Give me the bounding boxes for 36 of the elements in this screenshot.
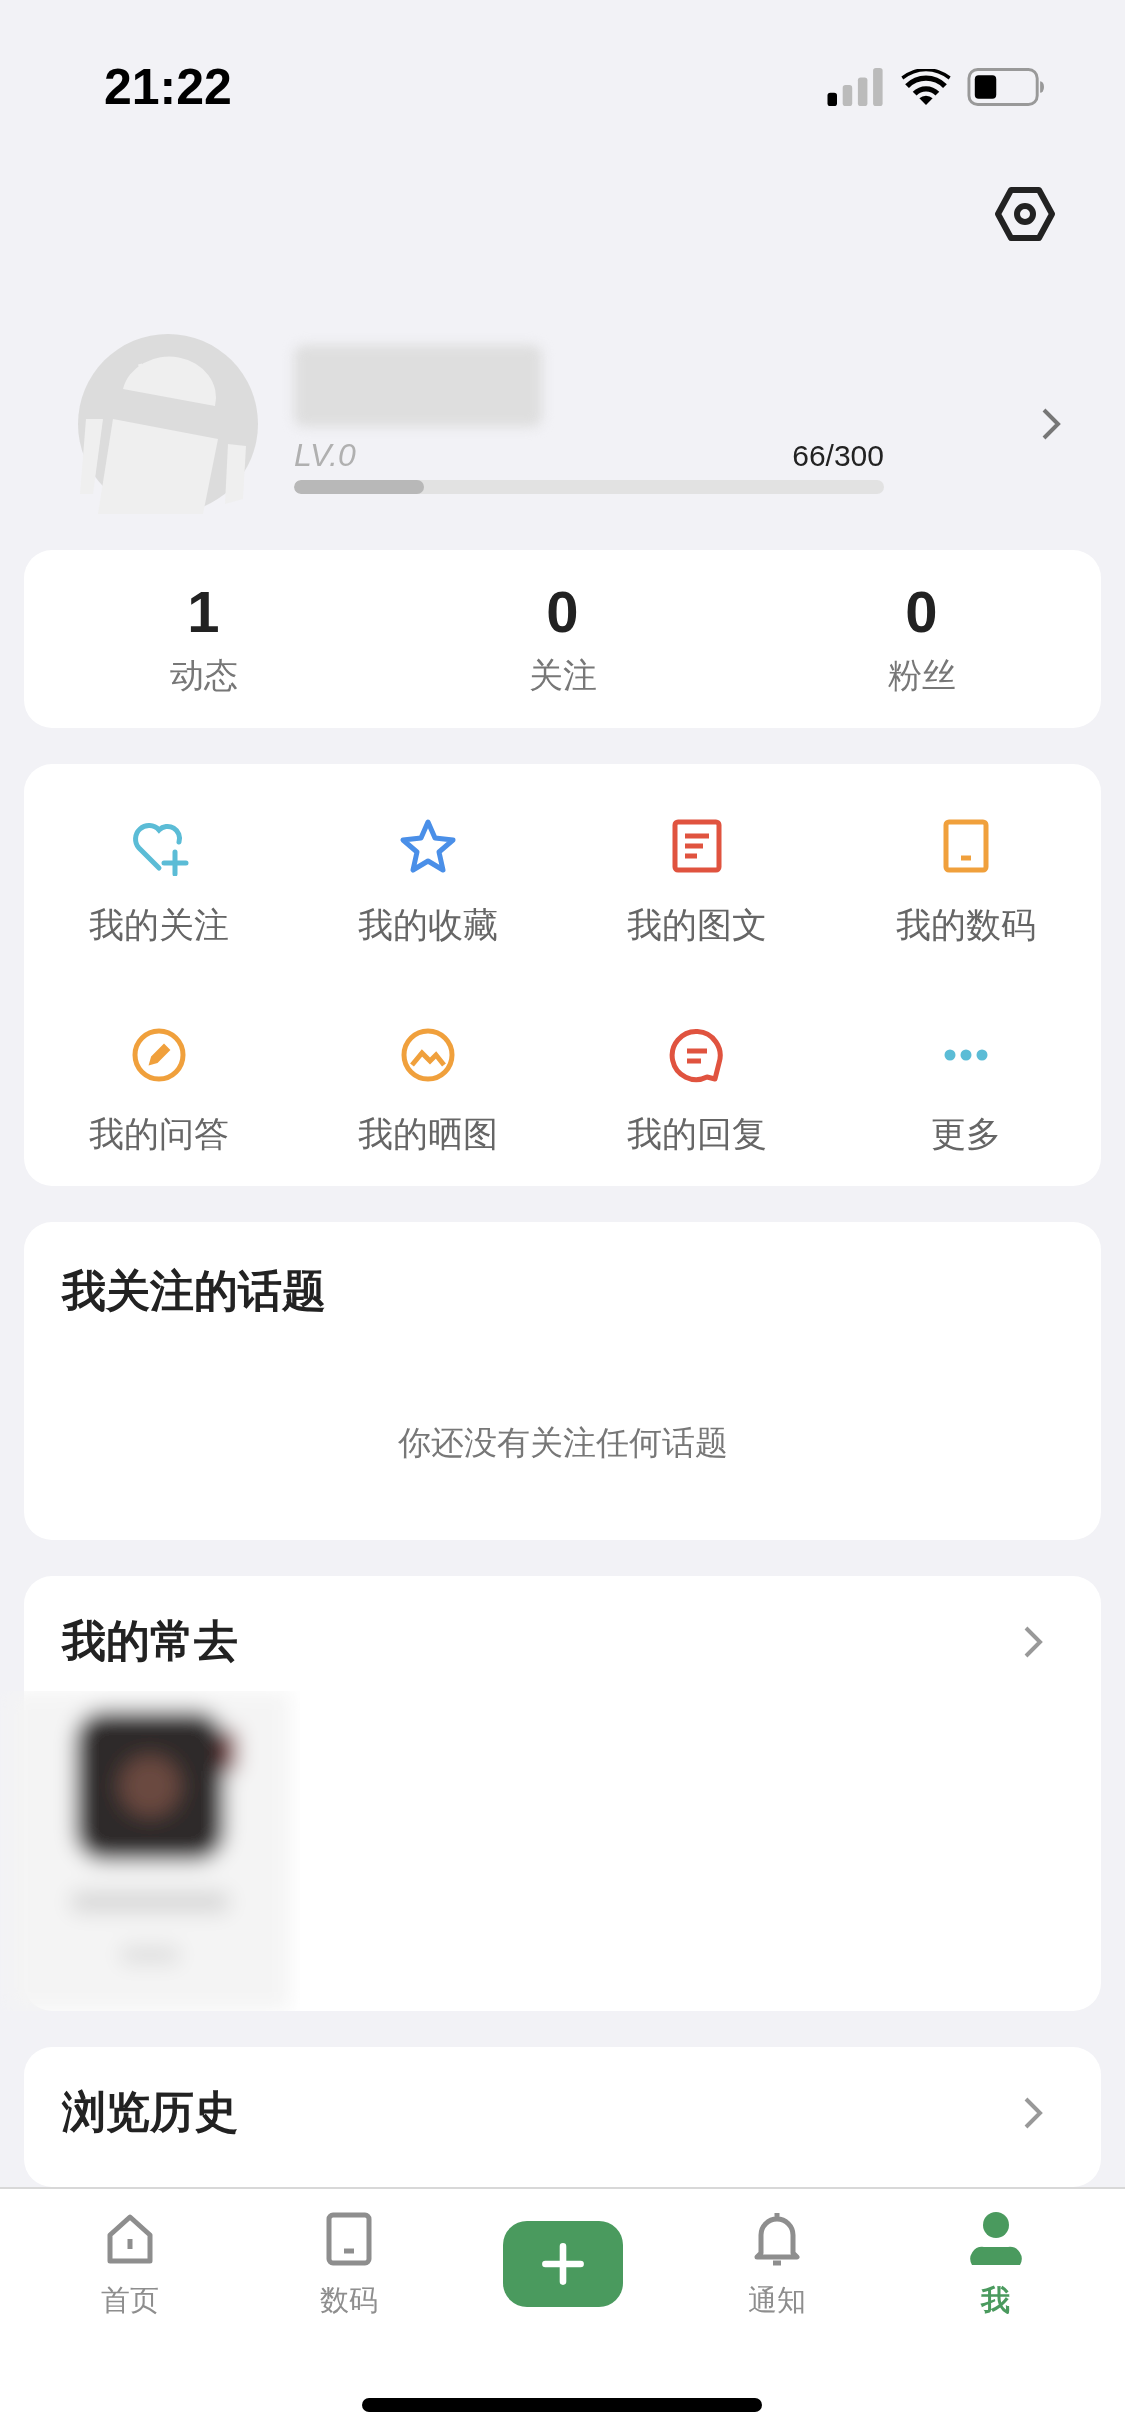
stat-count[interactable]: 0 [905,578,938,646]
section-title: 我关注的话题 [62,1263,327,1318]
avatar-icon [78,334,258,514]
battery-icon [967,67,1045,107]
add-button[interactable] [502,2221,623,2307]
more-icon [944,1048,989,1061]
empty-message: 你还没有关注任何话题 [396,1421,729,1464]
section-title: 我的常去 [62,1614,238,1668]
stat-label[interactable]: 粉丝 [887,653,956,700]
points-text: 66/300 [792,438,884,473]
tab-item[interactable]: 我 [930,2209,1061,2321]
shortcut-item[interactable]: 我的数码 [831,815,1101,949]
signal-icon [827,68,885,106]
chevron-right-icon[interactable] [1023,2095,1043,2130]
tab-item[interactable]: 数码 [283,2209,414,2321]
tab-item[interactable]: 通知 [711,2209,842,2321]
status-time: 21:22 [104,58,232,116]
shortcut-item[interactable]: 我的图文 [562,815,832,949]
chevron-right-icon[interactable] [1041,407,1061,441]
stat-label[interactable]: 关注 [528,653,597,700]
tab-item[interactable]: 首页 [64,2209,195,2321]
level-label: LV.0 [294,436,356,474]
plus-icon [540,2242,585,2286]
shortcut-item[interactable]: 我的关注 [24,815,294,949]
stat-count[interactable]: 0 [546,578,579,646]
section-title: 浏览历史 [62,2085,238,2139]
shortcut-item[interactable]: 我的问答 [24,1024,294,1158]
shortcut-item[interactable]: 我的回复 [562,1024,832,1158]
shortcut-item[interactable]: 我的收藏 [293,815,563,949]
chevron-right-icon[interactable] [1023,1624,1043,1659]
stat-count[interactable]: 1 [187,578,220,646]
shortcut-item[interactable]: 更多 [831,1024,1101,1158]
wifi-icon [901,69,951,105]
stat-label[interactable]: 动态 [169,653,238,700]
settings-icon[interactable] [995,186,1055,242]
shortcut-item[interactable]: 我的晒图 [293,1024,563,1158]
